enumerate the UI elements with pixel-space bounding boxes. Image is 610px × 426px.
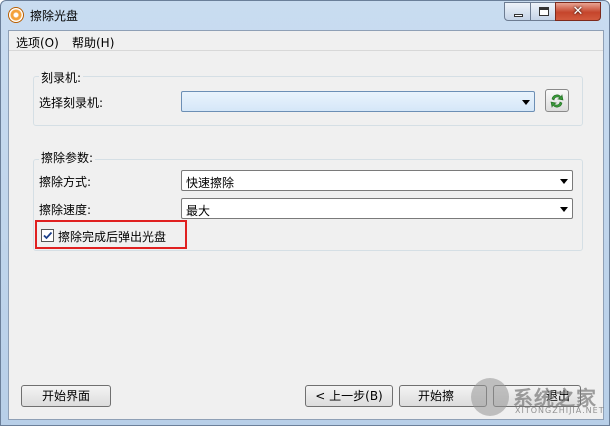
maximize-icon [539, 7, 549, 16]
watermark-logo-icon [471, 378, 509, 416]
watermark: 系统之家 XITONGZHIJIA.NET [471, 376, 610, 422]
erase-disc-window: 擦除光盘 ✕ 选项(O) 帮助(H) 刻录机: 选择刻录机: 擦除参数: 擦除方… [0, 0, 610, 426]
watermark-subtext: XITONGZHIJIA.NET [515, 406, 605, 415]
client-area: 选项(O) 帮助(H) 刻录机: 选择刻录机: 擦除参数: 擦除方式: 快速擦除… [8, 30, 604, 420]
erase-method-select[interactable]: 快速擦除 [181, 170, 573, 191]
menu-help[interactable]: 帮助(H) [72, 34, 114, 51]
erase-speed-label: 擦除速度: [39, 203, 92, 217]
close-button[interactable]: ✕ [555, 2, 601, 21]
select-burner-label: 选择刻录机: [39, 96, 104, 110]
menu-bar: 选项(O) 帮助(H) [9, 31, 603, 51]
refresh-icon [550, 94, 564, 108]
prev-step-button[interactable]: < 上一步(B) [305, 385, 393, 407]
chevron-down-icon [522, 100, 530, 105]
maximize-button[interactable] [530, 2, 556, 21]
erase-speed-value: 最大 [186, 204, 211, 218]
minimize-button[interactable] [504, 2, 531, 21]
disc-app-icon [8, 7, 24, 23]
chevron-down-icon [560, 179, 568, 184]
title-bar[interactable]: 擦除光盘 ✕ [1, 1, 609, 29]
checkmark-icon [43, 231, 53, 240]
start-page-button[interactable]: 开始界面 [21, 385, 111, 407]
window-title: 擦除光盘 [30, 9, 79, 23]
erase-method-value: 快速擦除 [186, 176, 235, 190]
menu-options[interactable]: 选项(O) [16, 34, 59, 51]
erase-params-title: 擦除参数: [39, 149, 96, 166]
refresh-button[interactable] [545, 89, 569, 112]
minimize-icon [514, 14, 523, 17]
close-icon: ✕ [572, 4, 584, 19]
burner-group-title: 刻录机: [39, 69, 84, 86]
burner-select[interactable] [181, 91, 535, 112]
erase-method-label: 擦除方式: [39, 175, 92, 189]
eject-after-erase-checkbox[interactable] [41, 229, 54, 242]
erase-speed-select[interactable]: 最大 [181, 198, 573, 219]
chevron-down-icon [560, 207, 568, 212]
eject-after-erase-label[interactable]: 擦除完成后弹出光盘 [58, 228, 166, 245]
